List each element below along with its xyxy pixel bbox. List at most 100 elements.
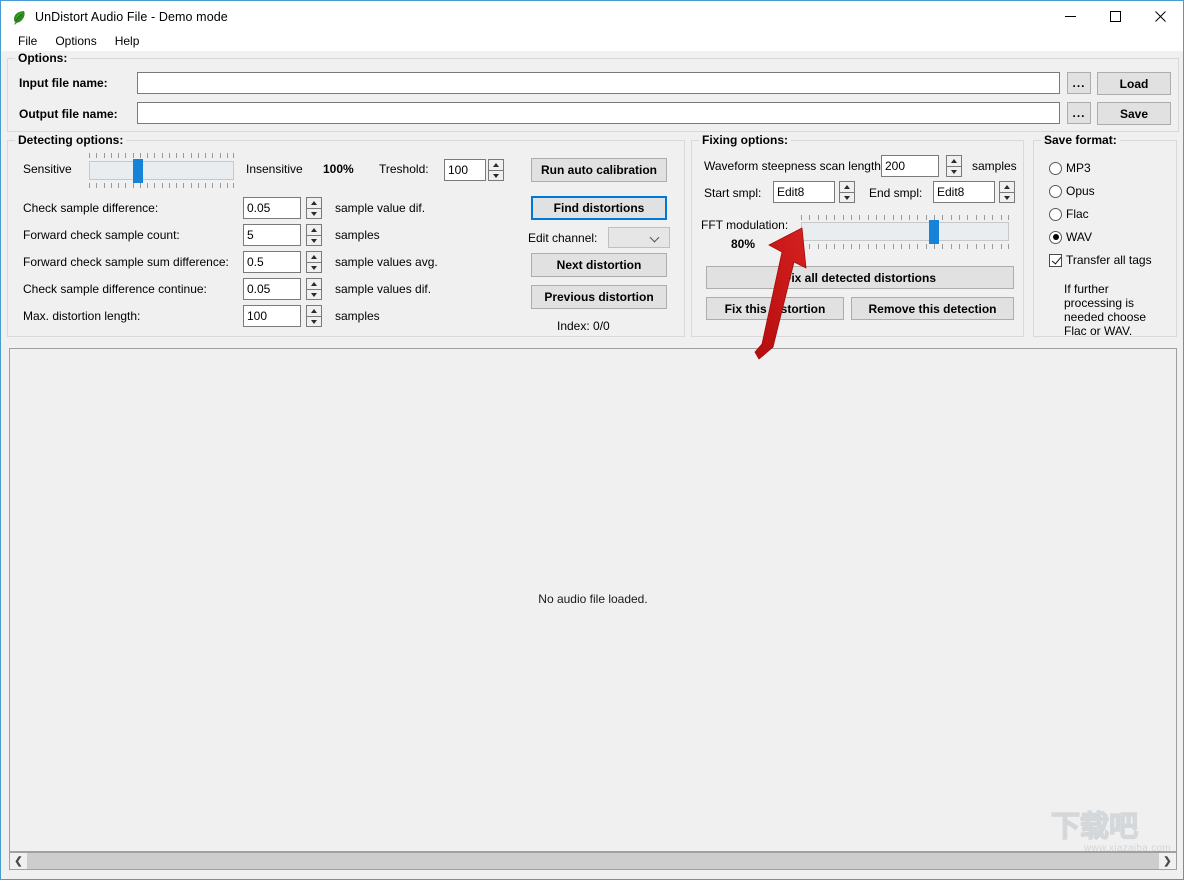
input-file-field[interactable] (137, 72, 1060, 94)
arrow-down-icon (311, 265, 317, 270)
transfer-all-tags-checkbox[interactable]: Transfer all tags (1049, 253, 1152, 267)
check-sample-difference-continue-field[interactable] (243, 278, 301, 300)
fft-modulation-slider[interactable] (801, 215, 1009, 249)
stepper-down[interactable] (306, 262, 322, 273)
arrow-down-icon (311, 292, 317, 297)
input-file-label: Input file name: (19, 76, 108, 90)
check-sample-difference-unit: sample value dif. (335, 201, 426, 215)
stepper-down[interactable] (306, 316, 322, 327)
arrow-up-icon (844, 185, 850, 189)
start-smpl-field[interactable] (773, 181, 835, 203)
forward-check-sample-count-field[interactable] (243, 224, 301, 246)
sensitivity-slider-track[interactable] (89, 161, 234, 180)
stepper-up[interactable] (306, 305, 322, 316)
arrow-down-icon (493, 173, 499, 178)
stepper-up[interactable] (839, 181, 855, 192)
arrow-up-icon (311, 201, 317, 205)
run-auto-calibration-button[interactable]: Run auto calibration (531, 158, 667, 182)
output-file-browse-button[interactable]: ... (1067, 102, 1091, 124)
threshold-stepper-down[interactable] (488, 170, 504, 181)
previous-distortion-button[interactable]: Previous distortion (531, 285, 667, 309)
start-smpl-stepper[interactable] (839, 181, 855, 203)
max-distortion-length-field[interactable] (243, 305, 301, 327)
scrollbar-thumb[interactable] (27, 853, 1159, 869)
maximize-button[interactable] (1093, 1, 1138, 32)
edit-channel-dropdown[interactable] (608, 227, 670, 248)
scan-length-stepper[interactable] (946, 155, 962, 177)
waveform-display-panel[interactable]: No audio file loaded. (9, 348, 1177, 852)
chevron-left-icon: ❮ (14, 855, 23, 867)
fft-slider-track[interactable] (801, 222, 1009, 241)
next-distortion-button[interactable]: Next distortion (531, 253, 667, 277)
save-format-option-flac[interactable]: Flac (1049, 207, 1089, 221)
save-button[interactable]: Save (1097, 102, 1171, 125)
remove-this-detection-button[interactable]: Remove this detection (851, 297, 1014, 320)
stepper-up[interactable] (306, 251, 322, 262)
save-format-group-label: Save format: (1041, 133, 1120, 147)
minimize-icon (1065, 16, 1076, 17)
save-format-option-label: Flac (1066, 207, 1089, 221)
save-format-option-opus[interactable]: Opus (1049, 184, 1095, 198)
application-window: UnDistort Audio File - Demo mode File Op… (0, 0, 1184, 880)
stepper-down[interactable] (999, 192, 1015, 203)
check-sample-difference-field[interactable] (243, 197, 301, 219)
check-sample-difference-stepper[interactable] (306, 197, 322, 219)
stepper-up[interactable] (306, 224, 322, 235)
save-format-note: If further processing is needed choose F… (1064, 282, 1147, 338)
stepper-up[interactable] (306, 197, 322, 208)
stepper-up[interactable] (999, 181, 1015, 192)
arrow-up-icon (311, 255, 317, 259)
forward-check-sample-sum-difference-stepper[interactable] (306, 251, 322, 273)
stepper-up[interactable] (306, 278, 322, 289)
menu-item-file[interactable]: File (9, 33, 46, 50)
find-distortions-button[interactable]: Find distortions (531, 196, 667, 220)
close-button[interactable] (1138, 1, 1183, 32)
max-distortion-length-stepper[interactable] (306, 305, 322, 327)
distortion-index-label: Index: 0/0 (557, 319, 610, 333)
sensitivity-percent-value: 100% (323, 162, 354, 176)
sensitivity-slider-ticks-top (89, 153, 234, 158)
end-smpl-stepper[interactable] (999, 181, 1015, 203)
threshold-stepper[interactable] (488, 159, 504, 181)
threshold-stepper-up[interactable] (488, 159, 504, 170)
insensitive-label: Insensitive (246, 162, 303, 176)
fix-this-distortion-button[interactable]: Fix this distortion (706, 297, 844, 320)
arrow-down-icon (1004, 195, 1010, 200)
end-smpl-field[interactable] (933, 181, 995, 203)
stepper-up[interactable] (946, 155, 962, 166)
waveform-empty-message: No audio file loaded. (538, 592, 648, 606)
forward-check-sample-count-stepper[interactable] (306, 224, 322, 246)
fft-slider-thumb[interactable] (929, 220, 939, 244)
stepper-down[interactable] (946, 166, 962, 177)
forward-check-sample-sum-difference-field[interactable] (243, 251, 301, 273)
stepper-down[interactable] (306, 289, 322, 300)
forward-check-sample-sum-difference-unit: sample values avg. (335, 255, 438, 269)
scan-length-field[interactable] (881, 155, 939, 177)
load-button[interactable]: Load (1097, 72, 1171, 95)
check-sample-difference-continue-stepper[interactable] (306, 278, 322, 300)
stepper-down[interactable] (306, 235, 322, 246)
output-file-field[interactable] (137, 102, 1060, 124)
fix-all-distortions-button[interactable]: Fix all detected distortions (706, 266, 1014, 289)
save-format-option-wav[interactable]: WAV (1049, 230, 1092, 244)
threshold-label: Treshold: (379, 162, 429, 176)
stepper-down[interactable] (839, 192, 855, 203)
forward-check-sample-count-label: Forward check sample count: (23, 228, 180, 242)
sensitivity-slider[interactable] (89, 153, 234, 189)
scroll-right-button[interactable]: ❯ (1159, 853, 1176, 869)
input-file-browse-button[interactable]: ... (1067, 72, 1091, 94)
scroll-left-button[interactable]: ❮ (10, 853, 27, 869)
maximize-icon (1110, 11, 1121, 22)
save-format-option-label: MP3 (1066, 161, 1091, 175)
forward-check-sample-sum-difference-label: Forward check sample sum difference: (23, 255, 229, 269)
forward-check-sample-count-unit: samples (335, 228, 380, 242)
stepper-down[interactable] (306, 208, 322, 219)
save-format-option-mp3[interactable]: MP3 (1049, 161, 1091, 175)
title-bar: UnDistort Audio File - Demo mode (1, 1, 1183, 32)
sensitivity-slider-thumb[interactable] (133, 159, 143, 183)
threshold-field[interactable] (444, 159, 486, 181)
menu-item-help[interactable]: Help (106, 33, 149, 50)
menu-item-options[interactable]: Options (46, 33, 105, 50)
minimize-button[interactable] (1048, 1, 1093, 32)
waveform-horizontal-scrollbar[interactable]: ❮ ❯ (9, 852, 1177, 870)
